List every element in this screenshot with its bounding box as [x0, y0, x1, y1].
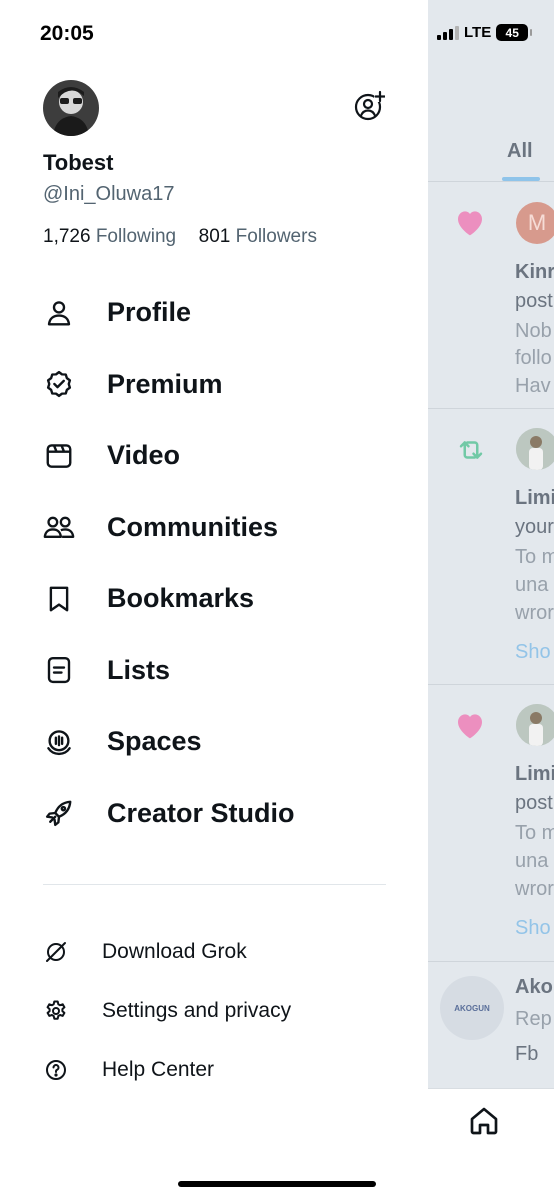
menu-label: Lists — [107, 654, 171, 685]
notification-text: Hav — [515, 375, 551, 397]
lists-icon — [43, 654, 75, 686]
menu-label: Settings and privacy — [102, 999, 292, 1022]
bottom-tab-bar — [428, 1088, 554, 1199]
following-label: Following — [95, 226, 177, 247]
battery-icon: 45 — [496, 24, 533, 41]
person-icon — [43, 297, 75, 329]
feed-divider — [428, 684, 554, 685]
post-text: Rep — [515, 1008, 552, 1030]
communities-icon — [43, 511, 75, 543]
menu-label: Bookmarks — [107, 583, 255, 614]
help-icon — [43, 1057, 69, 1083]
menu-label: Spaces — [107, 726, 202, 757]
notification-text: Kinr — [515, 261, 554, 283]
notification-text: post — [515, 290, 553, 312]
notification-text: wror — [515, 602, 554, 624]
notification-text: follo — [515, 347, 552, 369]
notification-text: una — [515, 850, 549, 872]
add-account-icon[interactable] — [353, 90, 385, 122]
tab-all[interactable]: All — [507, 140, 533, 163]
menu-divider — [43, 884, 386, 885]
menu-label: Creator Studio — [107, 797, 295, 828]
menu-label: Premium — [107, 368, 223, 399]
menu-label: Communities — [107, 511, 279, 542]
follow-stats: 1,726 Following 801 Followers — [43, 226, 317, 248]
avatar[interactable] — [43, 80, 99, 136]
heart-icon — [458, 714, 482, 739]
post-avatar-logo-text: AKOGUN — [454, 1003, 490, 1013]
menu-label: Help Center — [102, 1058, 215, 1081]
post-text: Fb — [515, 1043, 539, 1065]
verified-badge-icon — [43, 368, 75, 400]
avatar[interactable] — [516, 704, 554, 746]
show-more-link[interactable]: Sho — [515, 642, 551, 662]
feed-divider — [428, 961, 554, 962]
video-icon — [43, 440, 75, 472]
menu-item-download-grok[interactable]: Download Grok — [0, 937, 428, 967]
notification-text: post — [515, 792, 553, 814]
menu-label: Video — [107, 440, 181, 471]
home-icon[interactable] — [468, 1105, 500, 1137]
menu-item-lists[interactable]: Lists — [0, 635, 428, 707]
menu-item-profile[interactable]: Profile — [0, 277, 428, 349]
followers-count: 801 — [198, 226, 231, 247]
followers-label: Followers — [235, 226, 317, 247]
profile-handle: @Ini_Oluwa17 — [43, 183, 175, 205]
background-notifications-panel[interactable]: All M Kinr post Nob follo Hav Limi your … — [428, 0, 554, 1199]
home-indicator — [178, 1181, 376, 1187]
avatar[interactable] — [516, 428, 554, 470]
status-time: 20:05 — [40, 22, 94, 45]
rocket-icon — [43, 797, 75, 829]
spaces-icon — [43, 726, 75, 758]
feed-divider — [428, 408, 554, 409]
notification-text: una — [515, 574, 549, 596]
show-more-link[interactable]: Sho — [515, 918, 551, 938]
status-bar-right: LTE 45 — [437, 24, 533, 41]
menu-item-creator-studio[interactable]: Creator Studio — [0, 778, 428, 850]
followers-link[interactable]: 801 Followers — [199, 226, 317, 247]
notification-text: wror — [515, 878, 554, 900]
menu-item-premium[interactable]: Premium — [0, 349, 428, 421]
menu-label: Profile — [107, 297, 192, 328]
following-count: 1,726 — [43, 226, 91, 247]
notification-text: Limi — [515, 487, 554, 509]
post-author: Ako — [515, 976, 553, 998]
menu-item-help-center[interactable]: Help Center — [0, 1055, 428, 1085]
header-divider — [428, 181, 554, 182]
heart-icon — [458, 211, 482, 236]
bookmark-icon — [43, 583, 75, 615]
navigation-drawer: 20:05 Tobest @Ini_Oluwa17 1,726 Followin… — [0, 0, 428, 1199]
menu-item-spaces[interactable]: Spaces — [0, 706, 428, 778]
post-avatar[interactable]: AKOGUN — [440, 976, 504, 1040]
following-link[interactable]: 1,726 Following — [43, 226, 176, 247]
menu-item-video[interactable]: Video — [0, 420, 428, 492]
main-menu: Profile Premium Video Communities Bookma… — [0, 277, 428, 849]
gear-icon — [43, 998, 69, 1024]
notification-text: To m — [515, 546, 554, 568]
notification-text: Limi — [515, 763, 554, 785]
grok-icon — [43, 939, 69, 965]
menu-label: Download Grok — [102, 940, 247, 963]
menu-item-settings-privacy[interactable]: Settings and privacy — [0, 996, 428, 1026]
menu-item-bookmarks[interactable]: Bookmarks — [0, 563, 428, 635]
notification-text: your — [515, 516, 554, 538]
notification-text: Nob — [515, 320, 552, 342]
notification-text: To m — [515, 822, 554, 844]
network-label: LTE — [464, 24, 492, 41]
menu-item-communities[interactable]: Communities — [0, 492, 428, 564]
profile-name[interactable]: Tobest — [43, 150, 113, 176]
signal-icon — [437, 25, 459, 40]
retweet-icon — [459, 441, 483, 459]
avatar[interactable]: M — [516, 202, 554, 244]
